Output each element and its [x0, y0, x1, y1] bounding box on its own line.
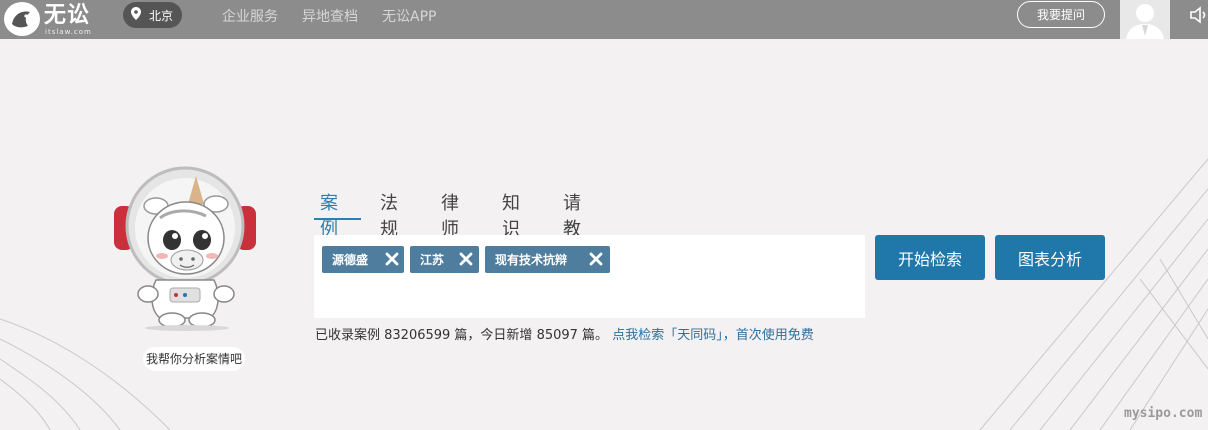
top-navigation-bar: 无讼 itslaw.com 北京 企业服务 异地查档 无讼APP 我要提问 [0, 0, 1208, 39]
stats-text: 已收录案例 83206599 篇，今日新增 85097 篇。 [315, 328, 609, 343]
chip-label: 江苏 [420, 253, 445, 267]
chip-label: 源德盛 [332, 253, 369, 267]
start-search-button[interactable]: 开始检索 [875, 235, 985, 280]
ask-question-button[interactable]: 我要提问 [1017, 1, 1105, 28]
city-selector[interactable]: 北京 [123, 2, 182, 28]
speaker-icon[interactable] [1188, 5, 1208, 25]
remove-chip-icon[interactable] [588, 251, 604, 267]
nav-link-app[interactable]: 无讼APP [382, 6, 436, 26]
remove-chip-icon[interactable] [458, 251, 474, 267]
search-chip: 源德盛 [322, 246, 404, 273]
watermark: mysipo.com [1124, 406, 1203, 421]
logo[interactable]: 无讼 itslaw.com [4, 2, 99, 36]
remove-chip-icon[interactable] [384, 251, 400, 267]
search-chip: 江苏 [410, 246, 479, 273]
case-statistics: 已收录案例 83206599 篇，今日新增 85097 篇。 点我检索「天同码」… [315, 324, 814, 343]
nav-link-enterprise[interactable]: 企业服务 [222, 6, 278, 26]
mascot-illustration [110, 160, 260, 332]
city-label: 北京 [149, 8, 174, 23]
mascot-caption[interactable]: 我帮你分析案情吧 [143, 347, 245, 371]
active-tab-indicator [314, 218, 361, 220]
logo-text: 无讼 [44, 3, 91, 28]
chip-label: 现有技术抗辩 [495, 253, 568, 267]
tiantong-code-link[interactable]: 点我检索「天同码」，首次使用免费 [612, 328, 814, 343]
logo-mark-icon [4, 2, 40, 36]
chart-analysis-button[interactable]: 图表分析 [995, 235, 1105, 280]
search-chip: 现有技术抗辩 [485, 246, 610, 273]
nav-link-remote-records[interactable]: 异地查档 [302, 6, 358, 26]
avatar[interactable] [1120, 0, 1170, 39]
search-input[interactable]: 源德盛 江苏 现有技术抗辩 [314, 235, 865, 318]
location-pin-icon [131, 7, 143, 23]
logo-subtext: itslaw.com [45, 28, 92, 36]
